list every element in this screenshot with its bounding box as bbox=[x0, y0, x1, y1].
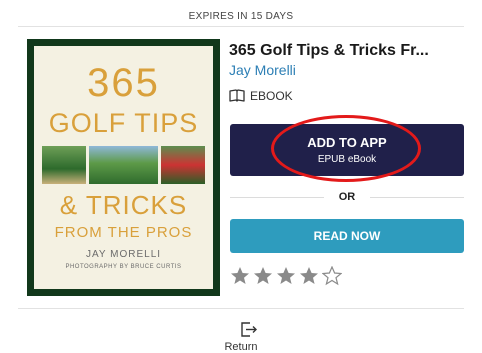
book-author-link[interactable]: Jay Morelli bbox=[229, 62, 296, 78]
cover-photo bbox=[42, 146, 86, 184]
cover-text-tricks: & TRICKS bbox=[59, 190, 188, 220]
add-to-app-button[interactable]: ADD TO APP EPUB eBook bbox=[230, 124, 464, 176]
return-icon[interactable] bbox=[240, 321, 258, 338]
star-filled-icon[interactable] bbox=[230, 266, 250, 286]
read-now-button[interactable]: READ NOW bbox=[230, 219, 464, 253]
cover-author: JAY MORELLI bbox=[85, 249, 162, 260]
cover-art: 365 GOLF TIPS & TRICKS FROM THE PROS JAY… bbox=[34, 46, 213, 289]
add-to-app-label: ADD TO APP bbox=[307, 135, 387, 150]
star-filled-icon[interactable] bbox=[253, 266, 273, 286]
star-empty-icon[interactable] bbox=[322, 266, 342, 286]
bottom-divider bbox=[18, 308, 464, 309]
star-filled-icon[interactable] bbox=[299, 266, 319, 286]
book-cover[interactable]: 365 GOLF TIPS & TRICKS FROM THE PROS JAY… bbox=[27, 39, 220, 296]
or-divider: OR bbox=[230, 191, 464, 203]
book-title[interactable]: 365 Golf Tips & Tricks Fr... bbox=[229, 42, 429, 60]
cover-text-from-the-pros: FROM THE PROS bbox=[54, 224, 193, 241]
cover-text-golf-tips: GOLF TIPS bbox=[48, 108, 199, 138]
open-book-icon bbox=[229, 89, 245, 102]
cover-text-365: 365 bbox=[87, 61, 160, 105]
cover-photo bbox=[88, 146, 159, 184]
top-divider bbox=[18, 26, 464, 27]
cover-photo bbox=[161, 146, 205, 184]
cover-photo-credit: PHOTOGRAPHY BY BRUCE CURTIS bbox=[65, 264, 182, 270]
format-label: EBOOK bbox=[250, 89, 293, 103]
star-rating[interactable] bbox=[230, 266, 342, 286]
format-badge: EBOOK bbox=[229, 88, 293, 104]
divider-line bbox=[370, 197, 464, 198]
return-button-label[interactable]: Return bbox=[0, 341, 482, 353]
expires-label: EXPIRES IN 15 DAYS bbox=[188, 11, 294, 22]
add-to-app-format: EPUB eBook bbox=[317, 154, 377, 165]
cover-photos bbox=[42, 146, 205, 184]
star-filled-icon[interactable] bbox=[276, 266, 296, 286]
